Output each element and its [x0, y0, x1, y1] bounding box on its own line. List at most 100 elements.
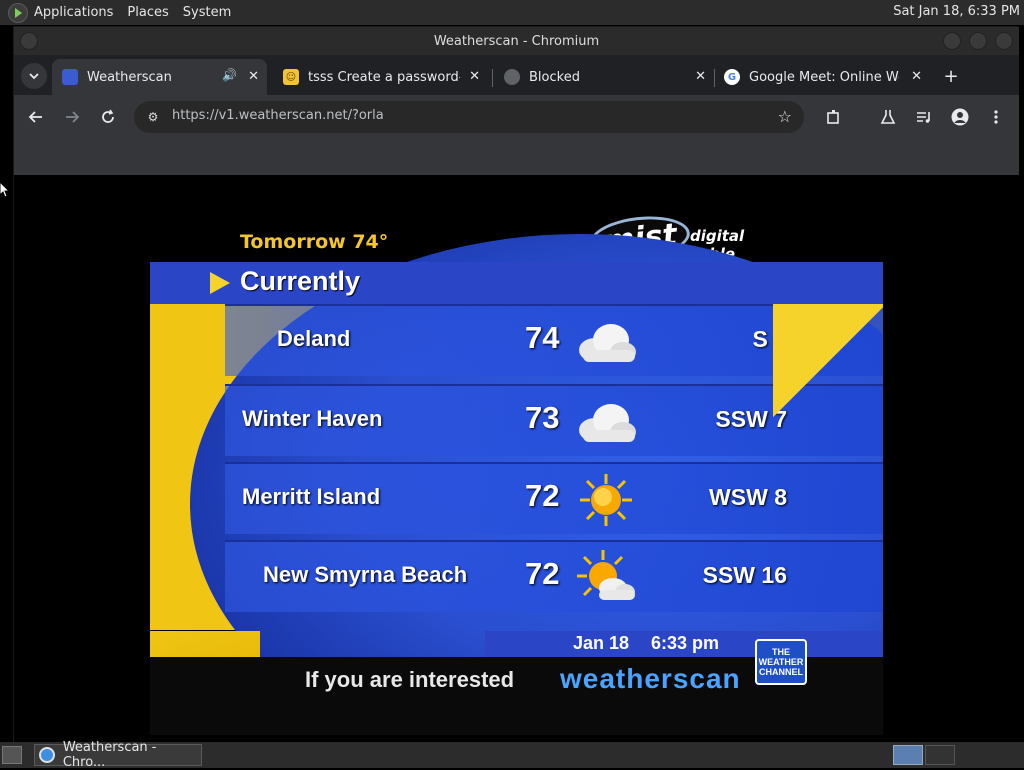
twc-line: THE: [772, 647, 790, 657]
maximize-button[interactable]: [969, 32, 987, 50]
city-name: Winter Haven: [242, 406, 383, 431]
ticker-text: If you are interested: [305, 667, 515, 692]
close-tab-icon[interactable]: ✕: [469, 69, 480, 84]
extensions-button[interactable]: [822, 105, 846, 129]
minimize-button[interactable]: [943, 32, 961, 50]
panel-menu: Applications Places System: [0, 2, 245, 23]
back-button[interactable]: [24, 105, 48, 129]
google-icon: G: [724, 69, 740, 85]
new-tab-button[interactable]: +: [938, 63, 964, 89]
weather-channel-logo: THE WEATHER CHANNEL: [755, 639, 807, 685]
sunny-icon: [580, 474, 632, 526]
gnome-foot-icon[interactable]: [8, 2, 28, 23]
menu-applications[interactable]: Applications: [34, 5, 113, 20]
workspace-2-button[interactable]: [925, 745, 955, 765]
menu-system[interactable]: System: [183, 5, 231, 20]
tomorrow-label: Tomorrow: [240, 231, 346, 253]
city-wind: SSW 16: [702, 562, 787, 588]
city-row: Merritt Island 72 WSW 8: [225, 462, 883, 534]
url-text[interactable]: https://v1.weatherscan.net/?orla: [172, 108, 384, 123]
reload-icon: [102, 109, 114, 123]
tab-search-button[interactable]: [21, 63, 47, 89]
site-info-icon[interactable]: ⚙: [144, 108, 162, 126]
weatherscan-brand: weatherscan: [560, 663, 741, 694]
kebab-menu-icon: [994, 110, 998, 124]
close-tab-icon[interactable]: ✕: [248, 69, 259, 84]
city-temperature: 72: [525, 478, 560, 513]
weatherscan-favicon-icon: [62, 69, 78, 85]
forward-button[interactable]: [60, 105, 84, 129]
weatherscan-display: Tomorrow 74° mist digital cable Deland 7…: [150, 185, 883, 735]
city-name: Merritt Island: [242, 484, 381, 509]
current-date: Jan 18: [573, 633, 630, 653]
address-bar[interactable]: ⚙ https://v1.weatherscan.net/?orla ☆: [134, 101, 804, 133]
twc-line: WEATHER: [758, 657, 804, 667]
cloudy-icon: [579, 324, 636, 362]
arrow-left-icon: [28, 111, 42, 123]
twc-line: CHANNEL: [759, 667, 803, 677]
arrow-right-icon: [66, 111, 80, 123]
top-panel: Applications Places System Sat Jan 18, 6…: [0, 0, 1024, 25]
flask-icon: [880, 110, 896, 124]
window-title: Weatherscan - Chromium: [433, 33, 600, 49]
close-window-button[interactable]: [995, 32, 1013, 50]
workspace-1-button[interactable]: [893, 745, 923, 765]
tab-create-password[interactable]: ☺ tsss Create a password-p ✕: [273, 59, 488, 95]
ticker-bar: If you are interested weatherscan THE WE…: [150, 639, 883, 735]
globe-icon: [504, 69, 520, 85]
music-queue-icon: [917, 112, 930, 123]
partly-cloudy-icon: [577, 550, 635, 600]
tab-label: Google Meet: Online Web: [749, 69, 899, 85]
menu-places[interactable]: Places: [127, 5, 168, 20]
page-content: Tomorrow 74° mist digital cable Deland 7…: [14, 175, 1019, 743]
tab-label: Blocked: [529, 69, 580, 85]
tab-strip: Weatherscan 🔊 ✕ ☺ tsss Create a password…: [14, 55, 1019, 95]
chevron-down-icon: [29, 73, 39, 80]
city-row: New Smyrna Beach 72 SSW 16: [225, 540, 883, 612]
current-time: 6:33 pm: [651, 633, 720, 653]
browser-window: Weatherscan - Chromium Weatherscan 🔊 ✕ ☺…: [13, 26, 1019, 743]
tab-blocked[interactable]: Blocked ✕: [494, 59, 714, 95]
tab-label: tsss Create a password-p: [308, 69, 460, 85]
tomorrow-forecast: Tomorrow 74°: [240, 231, 388, 253]
window-titlebar[interactable]: Weatherscan - Chromium: [14, 27, 1019, 55]
menu-button[interactable]: [984, 105, 1008, 129]
city-temperature: 72: [525, 556, 560, 591]
city-temperature: 74: [525, 320, 560, 355]
profile-button[interactable]: [948, 105, 972, 129]
currently-banner: Currently: [150, 262, 883, 304]
date-time-bar: Jan 18 6:33 pm: [485, 631, 883, 657]
user-avatar-icon: [951, 108, 969, 126]
play-arrow-icon: [210, 272, 230, 294]
emoji-favicon-icon: ☺: [283, 69, 299, 85]
bookmark-bar: [14, 139, 1019, 175]
cloudy-icon: [579, 404, 636, 442]
chromium-icon: [39, 747, 55, 763]
city-name: New Smyrna Beach: [263, 562, 468, 587]
tab-label: Weatherscan: [87, 69, 172, 85]
tab-separator: [492, 69, 493, 87]
mouse-cursor-icon: [0, 182, 10, 198]
speaker-icon[interactable]: 🔊: [222, 68, 237, 82]
puzzle-icon: [827, 110, 839, 124]
taskbar-window-label: Weatherscan - Chro...: [62, 740, 157, 770]
banner-title: Currently: [240, 266, 361, 296]
show-desktop-button[interactable]: [2, 746, 22, 764]
bookmark-star-icon[interactable]: ☆: [778, 107, 792, 126]
tomorrow-value: 74°: [352, 231, 389, 253]
tab-google-meet[interactable]: G Google Meet: Online Web ✕: [714, 59, 930, 95]
city-wind: WSW 8: [709, 484, 787, 510]
taskbar-window-button[interactable]: Weatherscan - Chro...: [34, 740, 202, 770]
browser-toolbar: ⚙ https://v1.weatherscan.net/?orla ☆: [14, 95, 1019, 139]
close-tab-icon[interactable]: ✕: [695, 69, 706, 84]
tab-weatherscan[interactable]: Weatherscan 🔊 ✕: [52, 59, 267, 95]
close-tab-icon[interactable]: ✕: [911, 69, 922, 84]
city-name: Deland: [277, 326, 351, 351]
media-controls-button[interactable]: [912, 105, 936, 129]
reload-button[interactable]: [96, 105, 120, 129]
panel-clock[interactable]: Sat Jan 18, 6:33 PM: [893, 4, 1020, 19]
labs-button[interactable]: [876, 105, 900, 129]
bottom-taskbar: Weatherscan - Chro...: [0, 740, 1024, 770]
window-menu-button[interactable]: [20, 32, 38, 50]
city-temperature: 73: [525, 400, 560, 435]
